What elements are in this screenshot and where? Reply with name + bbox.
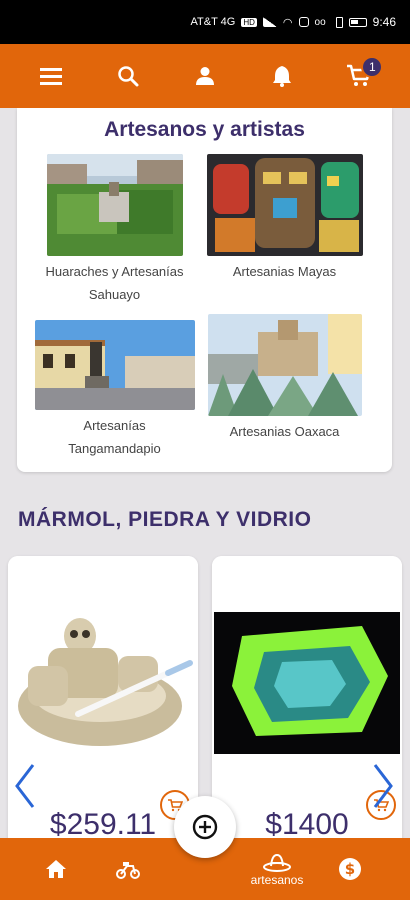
artisan-item-oaxaca[interactable]: Artesanias Oaxaca (202, 314, 367, 443)
scooter-icon (116, 862, 140, 879)
top-app-bar: 1 (0, 44, 410, 108)
bell-icon (273, 66, 292, 87)
artisan-name-oaxaca: Artesanias Oaxaca (229, 424, 340, 439)
artisans-card: Artesanos y artistas Huaraches y Artesan… (17, 108, 392, 472)
vibrate-icon (335, 16, 343, 28)
carrier-label: AT&T 4G (190, 16, 236, 28)
status-bar: AT&T 4G HD ◠ oo 9:46 (0, 0, 410, 44)
signal-icon (262, 17, 277, 27)
artisan-name-sahuayo-line1: Huaraches y Artesanías (45, 264, 184, 279)
voicemail-icon: oo (314, 16, 326, 28)
cart-count-badge: 1 (361, 56, 384, 78)
person-icon (195, 67, 214, 85)
notifications-button[interactable] (262, 56, 302, 96)
main-content[interactable]: Artesanos y artistas Huaraches y Artesan… (0, 108, 410, 838)
svg-text:$: $ (345, 860, 355, 878)
account-button[interactable] (185, 56, 225, 96)
plus-circle-icon (192, 814, 218, 840)
artisan-image-oaxaca (207, 314, 362, 416)
menu-button[interactable] (31, 56, 71, 96)
section-title: MÁRMOL, PIEDRA Y VIDRIO (18, 508, 312, 531)
artisan-item-mayas[interactable]: Artesanias Mayas (202, 154, 367, 283)
artisan-image-tangamandapio (34, 320, 195, 410)
artisan-name-mayas: Artesanias Mayas (232, 264, 337, 279)
status-left: AT&T 4G HD ◠ oo (191, 16, 326, 29)
hd-badge: HD (241, 17, 257, 27)
search-icon (118, 66, 139, 87)
nav-delivery[interactable] (106, 838, 150, 900)
artisan-item-tangamandapio[interactable]: Artesanías Tangamandapio (32, 320, 197, 460)
chevron-right-icon (373, 764, 393, 808)
sombrero-icon (263, 853, 291, 872)
artisan-name-sahuayo-line2: Sahuayo (88, 287, 141, 302)
add-fab-button[interactable] (174, 796, 236, 858)
instagram-icon (298, 17, 309, 27)
artisans-title: Artesanos y artistas (104, 118, 305, 141)
artisan-name-tangamandapio-line1: Artesanías (83, 418, 146, 433)
artisan-name-tangamandapio-line2: Tangamandapio (68, 441, 161, 456)
dollar-icon: $ (339, 858, 361, 880)
nav-artesanos[interactable]: artesanos (240, 838, 314, 900)
carousel-prev-button[interactable] (10, 758, 40, 814)
artisan-image-mayas (206, 154, 363, 256)
search-button[interactable] (108, 56, 148, 96)
nav-payments[interactable]: $ (328, 838, 372, 900)
home-icon (46, 860, 66, 878)
artisan-item-sahuayo[interactable]: Huaraches y Artesanías Sahuayo (32, 154, 197, 306)
product-image-skull-ashtray (8, 556, 198, 786)
status-time: 9:46 (372, 15, 396, 29)
wifi-icon: ◠ (282, 16, 293, 29)
chevron-left-icon (15, 764, 35, 808)
nav-home[interactable] (34, 838, 78, 900)
status-right: 9:46 (335, 15, 396, 29)
menu-icon (39, 68, 62, 85)
cart-button[interactable]: 1 (339, 56, 384, 96)
nav-artesanos-label: artesanos (250, 873, 304, 887)
product-image-glass-stone (212, 556, 402, 786)
battery-icon (348, 17, 367, 27)
artisan-image-sahuayo (46, 154, 183, 256)
carousel-next-button[interactable] (368, 758, 398, 814)
